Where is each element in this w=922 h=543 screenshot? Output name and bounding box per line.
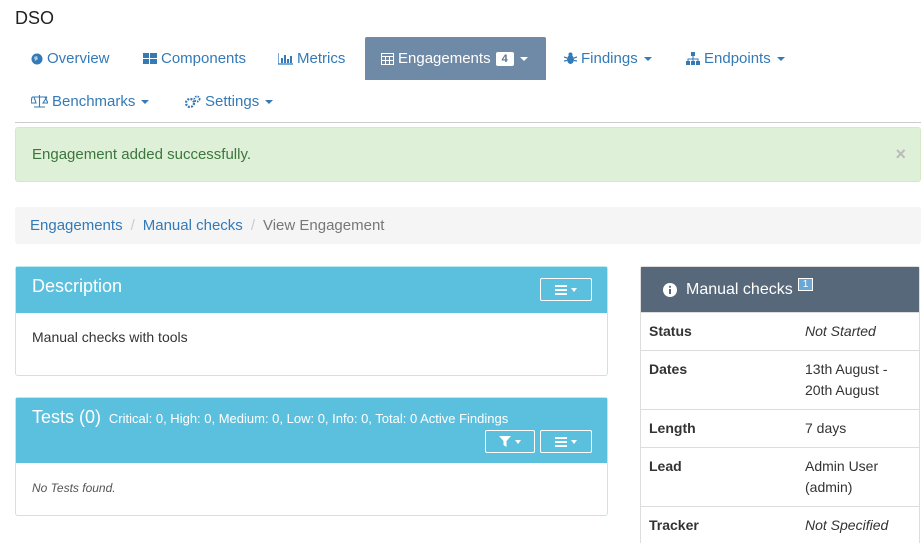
chevron-down-icon — [515, 439, 521, 444]
engagements-count-badge: 4 — [495, 51, 514, 66]
globe-icon — [31, 53, 43, 65]
tab-settings[interactable]: Settings — [169, 80, 289, 123]
description-body: Manual checks with tools — [32, 329, 188, 345]
info-key: Tracker — [649, 517, 699, 533]
breadcrumb: Engagements / Manual checks / View Engagemen… — [15, 207, 921, 244]
menu-icon — [555, 284, 567, 295]
description-title: Description — [32, 276, 123, 296]
menu-icon — [555, 436, 567, 447]
chevron-down-icon — [643, 56, 652, 61]
tab-label: Engagements — [398, 50, 491, 67]
description-header: Description — [16, 267, 607, 313]
tab-label: Overview — [47, 50, 110, 67]
breadcrumb-current: View Engagement — [262, 217, 385, 234]
success-alert: Engagement added successfully. × — [15, 127, 921, 182]
product-title: DSO — [15, 8, 55, 28]
tab-engagements[interactable]: Engagements 4 — [365, 37, 546, 80]
tests-title: Tests (0) — [32, 407, 102, 427]
close-icon[interactable]: × — [895, 144, 906, 165]
sitemap-icon — [686, 52, 700, 65]
bug-icon — [564, 52, 577, 65]
tab-components[interactable]: Components — [127, 37, 262, 80]
tab-label: Components — [161, 50, 247, 67]
info-key: Status — [649, 323, 692, 339]
calendar-icon — [381, 52, 394, 65]
tab-label: Metrics — [297, 50, 346, 67]
engagement-card-badge: 1 — [797, 278, 814, 291]
chevron-down-icon — [141, 99, 150, 104]
engagement-card-title: Manual checks — [686, 280, 793, 298]
tab-benchmarks[interactable]: Benchmarks — [15, 80, 165, 123]
info-value: Admin User (admin) — [805, 458, 879, 495]
alert-message: Engagement added successfully. — [32, 146, 252, 163]
tab-label: Findings — [581, 50, 638, 67]
breadcrumb-manual-checks[interactable]: Manual checks — [143, 217, 243, 234]
info-row-tracker: Tracker Not Specified — [641, 506, 919, 543]
info-row-dates: Dates 13th August - 20th August — [641, 350, 919, 409]
info-key: Dates — [649, 361, 688, 377]
chevron-down-icon — [519, 56, 528, 61]
tab-metrics[interactable]: Metrics — [262, 37, 361, 80]
info-row-status: Status Not Started — [641, 312, 919, 350]
chevron-down-icon — [776, 56, 785, 61]
tests-panel: Tests (0) Critical: 0, High: 0, Medium: … — [15, 397, 608, 516]
tab-label: Settings — [205, 93, 260, 110]
tests-empty-message: No Tests found. — [32, 481, 116, 495]
info-key: Length — [649, 420, 696, 436]
tab-label: Endpoints — [704, 50, 771, 67]
chevron-down-icon — [265, 99, 274, 104]
engagement-info-card: Manual checks 1 Status Not Started Dates… — [640, 266, 920, 543]
info-value: Not Specified — [805, 517, 889, 533]
cogs-icon — [185, 95, 201, 108]
description-panel: Description Manual checks with tools — [15, 266, 608, 376]
engagement-card-header: Manual checks 1 — [641, 267, 919, 312]
info-value: 13th August - 20th August — [805, 361, 888, 398]
tab-label: Benchmarks — [52, 93, 136, 110]
filter-button[interactable] — [485, 430, 535, 453]
info-row-lead: Lead Admin User (admin) — [641, 447, 919, 506]
tab-findings[interactable]: Findings — [548, 37, 668, 80]
nav-tabs: Overview Components Metrics Engagements … — [15, 37, 921, 123]
tests-summary: Critical: 0, High: 0, Medium: 0, Low: 0,… — [108, 411, 509, 426]
info-key: Lead — [649, 458, 682, 474]
breadcrumb-separator: / — [250, 217, 255, 234]
tab-endpoints[interactable]: Endpoints — [670, 37, 801, 80]
tests-header: Tests (0) Critical: 0, High: 0, Medium: … — [16, 398, 607, 463]
breadcrumb-engagements[interactable]: Engagements — [30, 217, 123, 234]
tab-overview[interactable]: Overview — [15, 37, 126, 80]
chevron-down-icon — [571, 287, 577, 292]
description-menu-button[interactable] — [540, 278, 592, 301]
bar-chart-icon — [278, 52, 293, 65]
table-icon — [143, 52, 157, 65]
breadcrumb-separator: / — [130, 217, 135, 234]
filter-icon — [499, 436, 511, 447]
info-icon — [663, 282, 677, 297]
chevron-down-icon — [571, 439, 577, 444]
info-value: Not Started — [805, 323, 876, 339]
tests-menu-button[interactable] — [540, 430, 592, 453]
info-value: 7 days — [805, 420, 847, 436]
info-row-length: Length 7 days — [641, 409, 919, 447]
balance-scale-icon — [31, 95, 48, 108]
